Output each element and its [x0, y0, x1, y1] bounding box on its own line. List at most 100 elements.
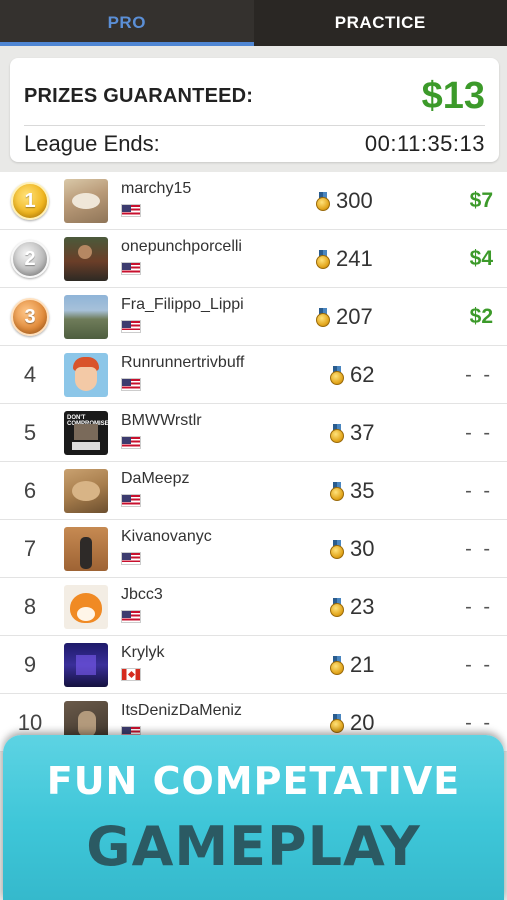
- prize-value: $4: [469, 247, 493, 270]
- avatar[interactable]: [64, 179, 108, 223]
- avatar-caption-bottom: [72, 442, 100, 450]
- username: marchy15: [121, 180, 192, 197]
- leaderboard-row[interactable]: 6 DaMeepz 35 - -: [0, 462, 507, 520]
- avatar[interactable]: [64, 643, 108, 687]
- us-flag-icon: [121, 552, 141, 565]
- points-value: 30: [350, 536, 375, 561]
- points: 37: [330, 404, 374, 462]
- prize-value: $7: [469, 189, 493, 212]
- prize-value: - -: [465, 537, 493, 560]
- rank-number: 9: [23, 652, 37, 677]
- league-ends-label: League Ends:: [24, 131, 160, 156]
- leaderboard: 1 marchy15 300 $7 2 onepunchporcelli 241…: [0, 172, 507, 752]
- leaderboard-row[interactable]: 7 Kivanovanyc 30 - -: [0, 520, 507, 578]
- points-value: 207: [336, 304, 373, 329]
- leaderboard-row[interactable]: 4 Runrunnertrivbuff 62 - -: [0, 346, 507, 404]
- points-value: 35: [350, 478, 375, 503]
- points-medal-icon: [330, 365, 344, 385]
- us-flag-icon: [121, 262, 141, 275]
- leaderboard-row[interactable]: 2 onepunchporcelli 241 $4: [0, 230, 507, 288]
- username: onepunchporcelli: [121, 238, 242, 255]
- avatar[interactable]: [64, 527, 108, 571]
- prizes-guaranteed-label: PRIZES GUARANTEED:: [24, 85, 254, 107]
- avatar[interactable]: [64, 295, 108, 339]
- points-medal-icon: [316, 249, 330, 269]
- points-value: 62: [350, 362, 375, 387]
- rank-number: 8: [23, 594, 37, 619]
- silver-medal-icon: 2: [11, 240, 49, 278]
- points-medal-icon: [330, 539, 344, 559]
- canada-flag-icon: [121, 668, 141, 681]
- prizes-guaranteed-amount: $13: [421, 75, 485, 117]
- league-countdown: 00:11:35:13: [364, 131, 485, 156]
- points-value: 241: [336, 246, 373, 271]
- avatar[interactable]: [64, 353, 108, 397]
- tab-practice[interactable]: PRACTICE: [253, 0, 507, 46]
- rank-number: 4: [23, 362, 37, 387]
- prize-row: PRIZES GUARANTEED: $13: [24, 68, 485, 126]
- us-flag-icon: [121, 320, 141, 333]
- points: 207: [316, 288, 373, 346]
- us-flag-icon: [121, 204, 141, 217]
- leaderboard-row[interactable]: 9 Krylyk 21 - -: [0, 636, 507, 694]
- us-flag-icon: [121, 610, 141, 623]
- points-value: 20: [350, 710, 375, 735]
- points: 30: [330, 520, 374, 578]
- points: 23: [330, 578, 374, 636]
- us-flag-icon: [121, 494, 141, 507]
- username: Runrunnertrivbuff: [121, 354, 245, 371]
- us-flag-icon: [121, 378, 141, 391]
- points: 241: [316, 230, 373, 288]
- gold-medal-icon: 1: [11, 182, 49, 220]
- points-medal-icon: [330, 713, 344, 733]
- points-medal-icon: [330, 597, 344, 617]
- points: 62: [330, 346, 374, 404]
- prize-value: - -: [465, 479, 493, 502]
- points: 21: [330, 636, 374, 694]
- username: Fra_Filippo_Lippi: [121, 296, 244, 313]
- bronze-medal-icon: 3: [11, 298, 49, 336]
- points-medal-icon: [330, 423, 344, 443]
- points-value: 300: [336, 188, 373, 213]
- rank-number: 5: [23, 420, 37, 445]
- username: Jbcc3: [121, 586, 163, 603]
- points-medal-icon: [330, 481, 344, 501]
- avatar[interactable]: [64, 585, 108, 629]
- rank-number: 6: [23, 478, 37, 503]
- prize-value: - -: [465, 363, 493, 386]
- leaderboard-row[interactable]: 3 Fra_Filippo_Lippi 207 $2: [0, 288, 507, 346]
- tab-pro[interactable]: PRO: [0, 0, 254, 46]
- points-medal-icon: [316, 307, 330, 327]
- username: Kivanovanyc: [121, 528, 212, 545]
- us-flag-icon: [121, 436, 141, 449]
- promo-subheadline: GAMEPLAY: [86, 815, 421, 878]
- leaderboard-row[interactable]: 8 Jbcc3 23 - -: [0, 578, 507, 636]
- league-ends-row: League Ends: 00:11:35:13: [24, 126, 485, 162]
- points-value: 23: [350, 594, 375, 619]
- prize-value: - -: [465, 595, 493, 618]
- points-medal-icon: [316, 191, 330, 211]
- promo-banner: FUN COMPETATIVE GAMEPLAY: [3, 735, 504, 900]
- username: ItsDenizDaMeniz: [121, 702, 242, 719]
- username: BMWWrstlr: [121, 412, 202, 429]
- leaderboard-row[interactable]: 5 DON'T COMPROMISE BMWWrstlr 37 - -: [0, 404, 507, 462]
- prize-value: - -: [465, 653, 493, 676]
- avatar[interactable]: [64, 237, 108, 281]
- rank-number: 7: [23, 536, 37, 561]
- prize-value: - -: [465, 421, 493, 444]
- avatar[interactable]: [64, 469, 108, 513]
- prize-value: $2: [469, 305, 493, 328]
- avatar[interactable]: DON'T COMPROMISE: [64, 411, 108, 455]
- promo-headline: FUN COMPETATIVE: [46, 759, 461, 803]
- leaderboard-row[interactable]: 1 marchy15 300 $7: [0, 172, 507, 230]
- points: 300: [316, 172, 373, 230]
- points: 35: [330, 462, 374, 520]
- points-value: 37: [350, 420, 375, 445]
- username: Krylyk: [121, 644, 165, 661]
- points-medal-icon: [330, 655, 344, 675]
- points-value: 21: [350, 652, 375, 677]
- league-tabs: PRO PRACTICE: [0, 0, 507, 46]
- avatar-caption-top: DON'T COMPROMISE: [67, 415, 108, 427]
- prize-card: PRIZES GUARANTEED: $13 League Ends: 00:1…: [10, 58, 499, 162]
- username: DaMeepz: [121, 470, 190, 487]
